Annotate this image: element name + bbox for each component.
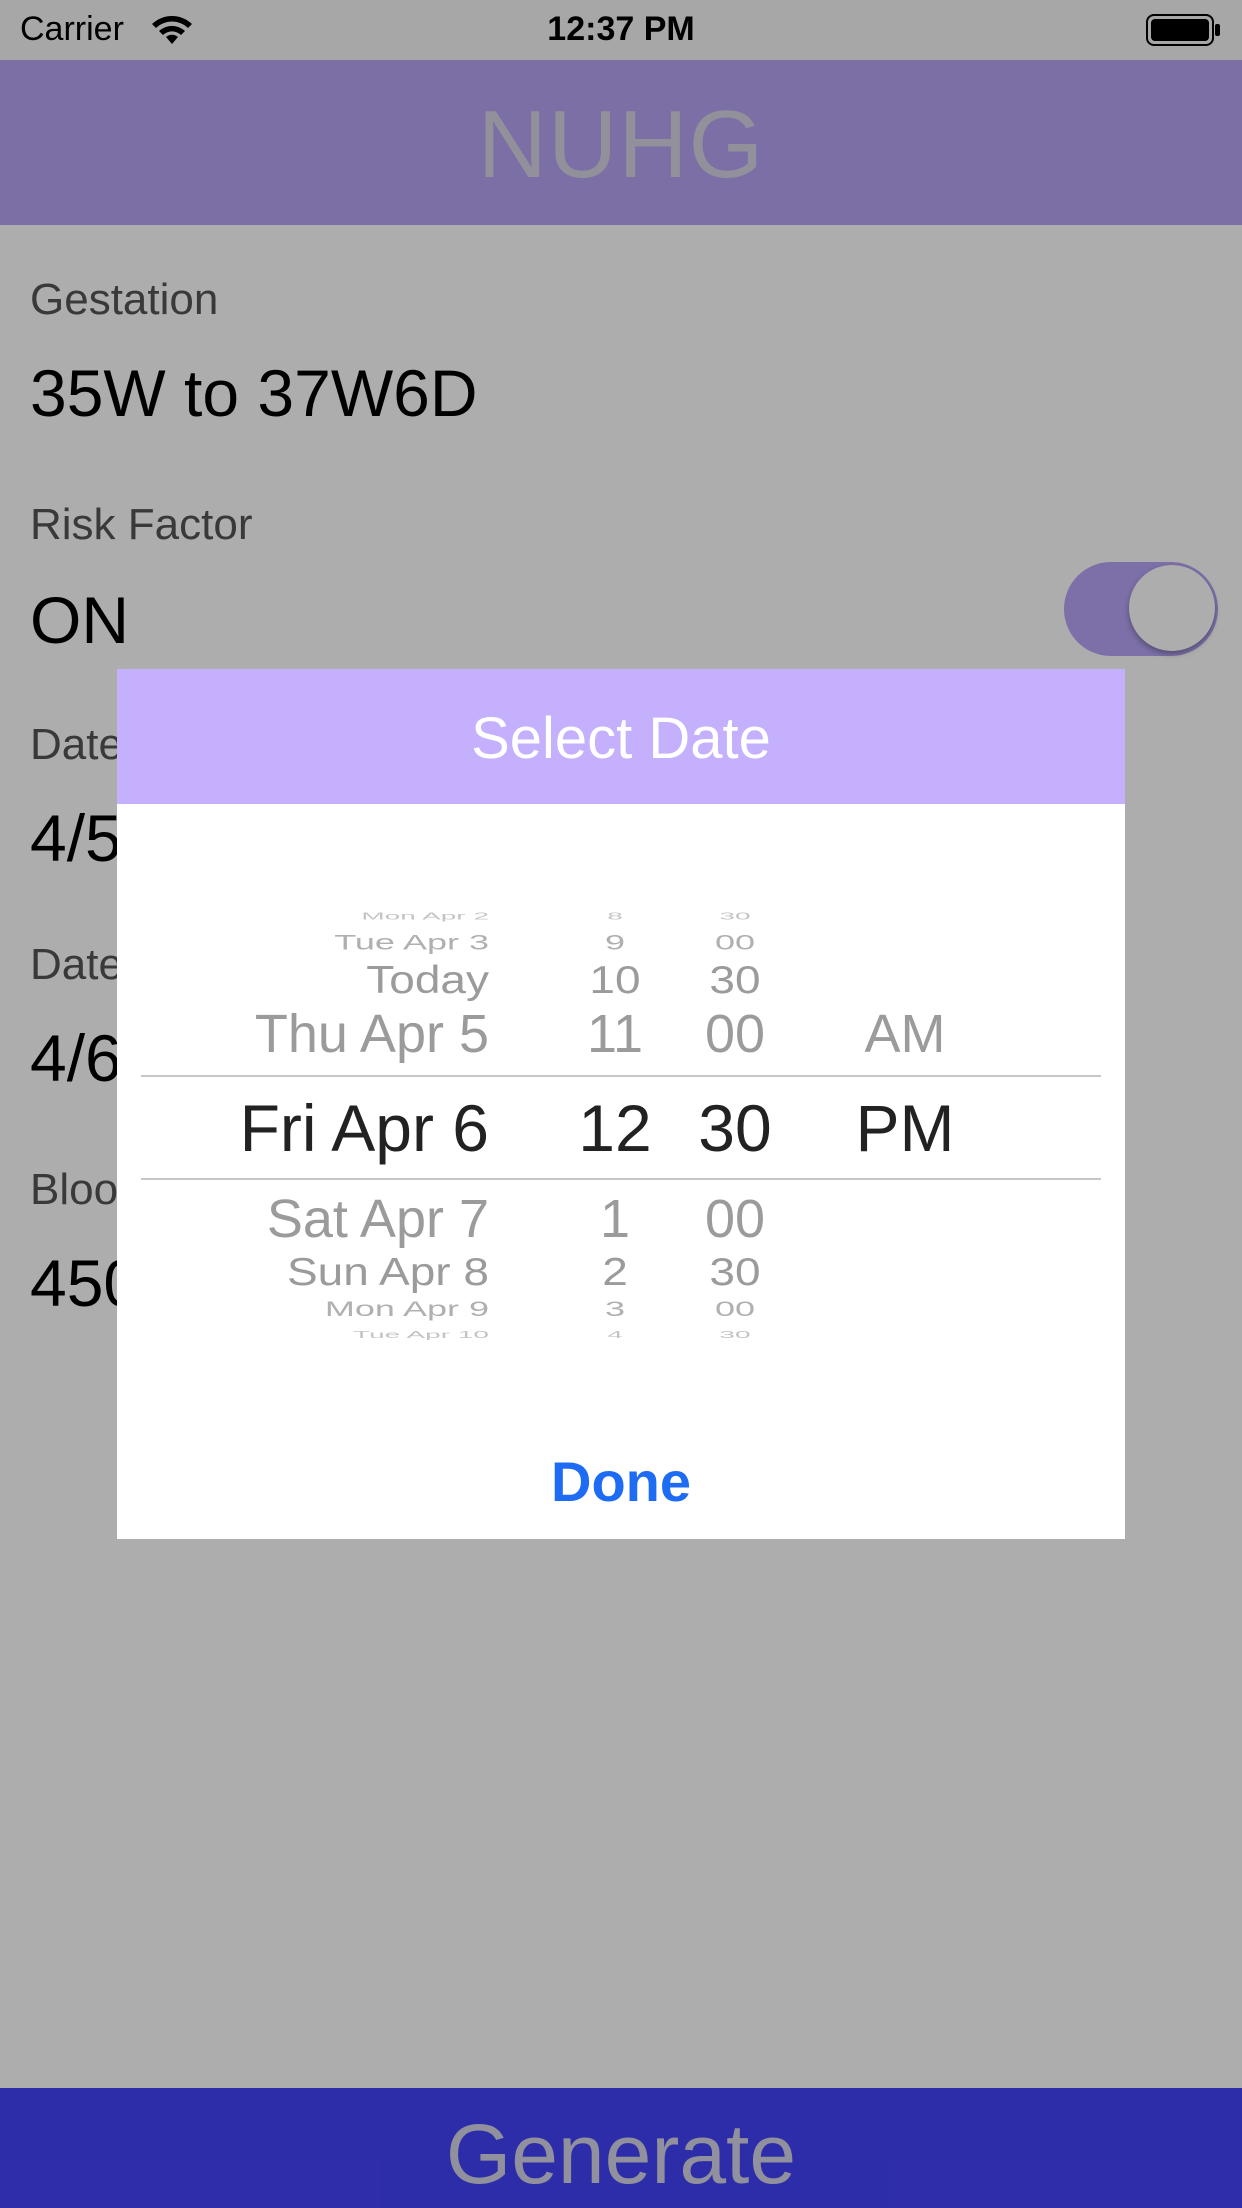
select-date-dialog: Select Date Mon Apr 2 Tue Apr 3 Today Thu A… bbox=[117, 669, 1125, 1539]
picker-minute-item[interactable]: 30 bbox=[655, 1252, 815, 1291]
picker-minute-item[interactable]: 30 bbox=[655, 960, 815, 999]
picker-selection-bottom-line bbox=[141, 1178, 1101, 1180]
picker-day-item[interactable]: Sat Apr 7 bbox=[149, 1192, 489, 1246]
picker-day-item[interactable]: Mon Apr 9 bbox=[149, 1298, 489, 1320]
picker-ampm-item[interactable]: AM bbox=[825, 1007, 985, 1061]
picker-selection-top-line bbox=[141, 1075, 1101, 1077]
picker-minute-item[interactable]: 30 bbox=[655, 1330, 815, 1340]
date-time-picker[interactable]: Mon Apr 2 Tue Apr 3 Today Thu Apr 5 Fri Apr … bbox=[141, 869, 1101, 1369]
picker-minute-item[interactable]: 00 bbox=[655, 1298, 815, 1320]
picker-minute-selected[interactable]: 30 bbox=[655, 1095, 815, 1161]
picker-day-item[interactable]: Tue Apr 3 bbox=[149, 931, 489, 953]
picker-day-item[interactable]: Mon Apr 2 bbox=[149, 911, 489, 921]
dialog-header: Select Date bbox=[117, 669, 1125, 804]
picker-minute-item[interactable]: 30 bbox=[655, 911, 815, 921]
picker-minute-item[interactable]: 00 bbox=[655, 931, 815, 953]
picker-day-item[interactable]: Thu Apr 5 bbox=[149, 1007, 489, 1061]
picker-day-item[interactable]: Today bbox=[149, 960, 489, 999]
picker-day-selected[interactable]: Fri Apr 6 bbox=[149, 1095, 489, 1161]
picker-minute-item[interactable]: 00 bbox=[655, 1007, 815, 1061]
picker-minute-item[interactable]: 00 bbox=[655, 1192, 815, 1246]
picker-ampm-selected[interactable]: PM bbox=[825, 1095, 985, 1161]
picker-day-item[interactable]: Tue Apr 10 bbox=[149, 1330, 489, 1340]
picker-day-item[interactable]: Sun Apr 8 bbox=[149, 1252, 489, 1291]
done-button[interactable]: Done bbox=[117, 1449, 1125, 1519]
dialog-title: Select Date bbox=[471, 706, 771, 771]
